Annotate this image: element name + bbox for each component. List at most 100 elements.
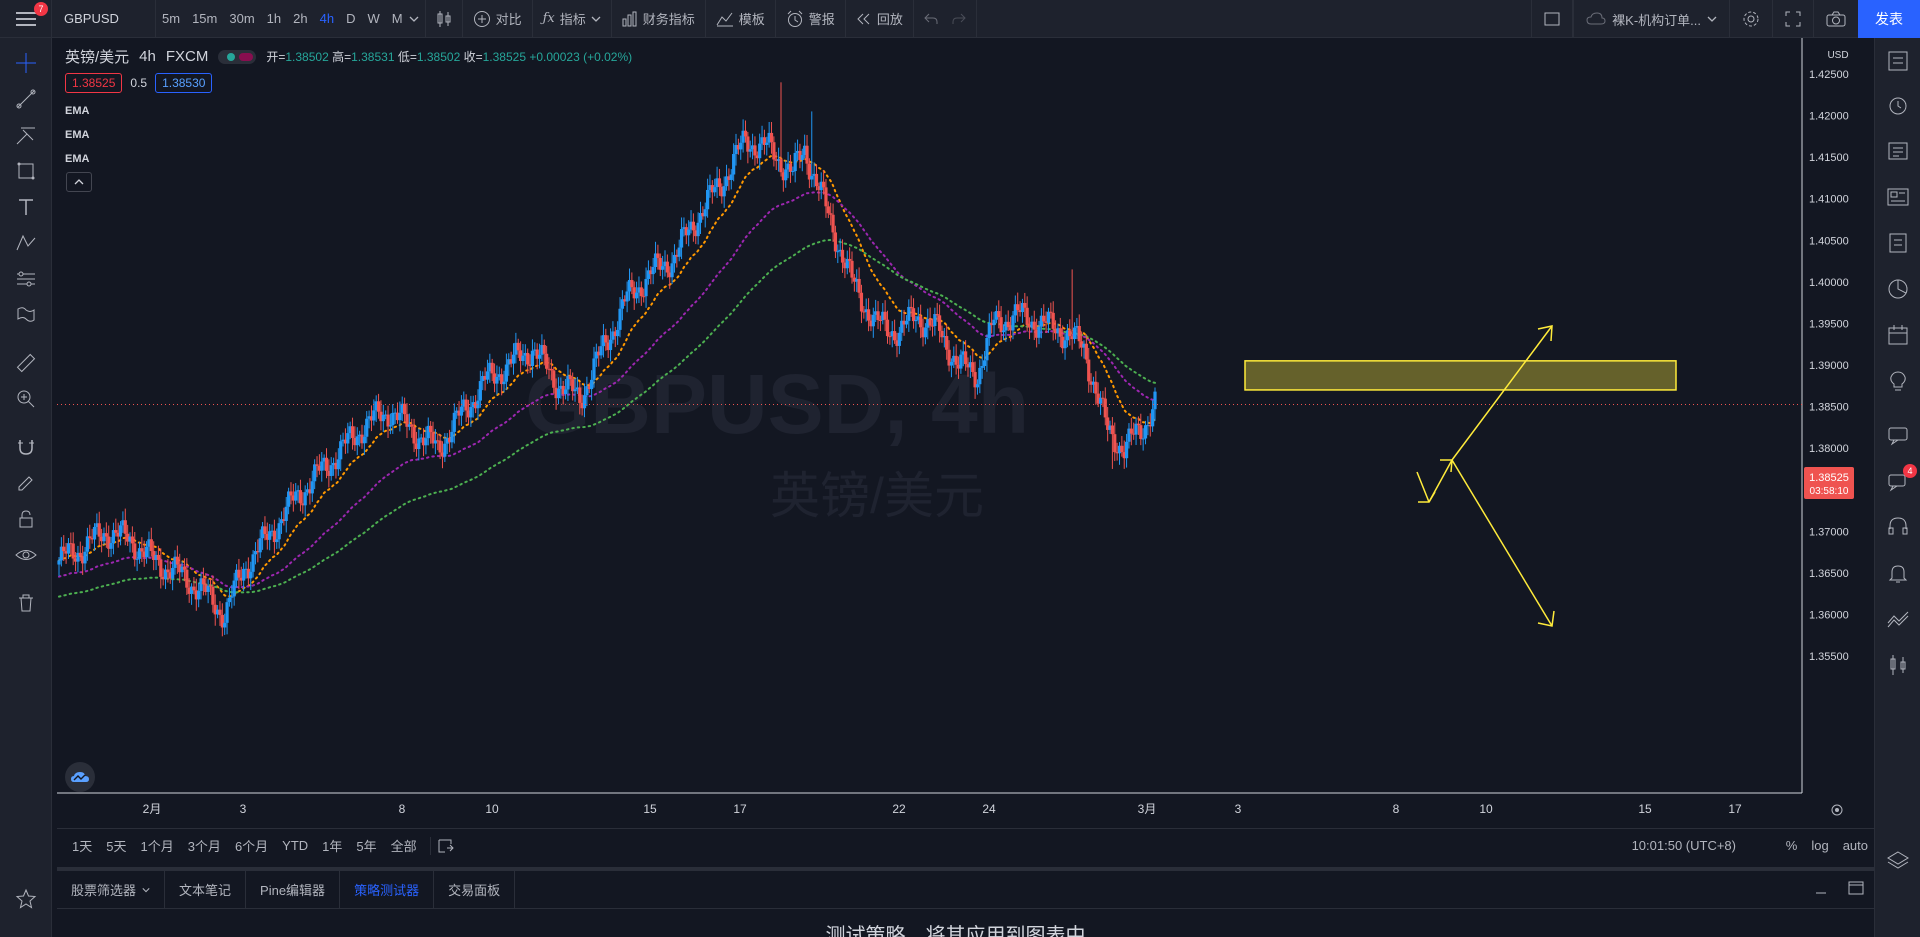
price-axis[interactable]: 1.42500 1.42000 1.41500 1.41000 1.40500 1.400… [1809,69,1849,663]
data-window-button[interactable] [1885,138,1911,164]
range-1y[interactable]: 1年 [315,836,349,855]
lightbulb-icon [1890,371,1906,391]
text-tool[interactable] [13,194,39,220]
icons-tool[interactable] [13,302,39,328]
magnet-tool[interactable] [13,434,39,460]
chart-type-button[interactable] [426,0,463,38]
help-button[interactable] [1885,514,1911,540]
layout-selector[interactable]: 裸K-机构订单... [1573,0,1729,38]
auto-scale-toggle[interactable]: auto [1843,838,1868,853]
interval-4h[interactable]: 4h [314,11,340,26]
minimize-icon[interactable] [1814,881,1828,895]
alert-button[interactable]: 警报 [776,0,846,38]
notifications-button[interactable] [1885,560,1911,586]
buy-price-button[interactable]: 1.38530 [155,73,213,93]
undo-icon[interactable] [924,13,938,25]
range-5y[interactable]: 5年 [349,836,383,855]
fullscreen-toggle[interactable] [1531,0,1574,38]
hotlists-button[interactable] [1885,230,1911,256]
zoom-tool[interactable] [13,386,39,412]
market-status-toggle[interactable] [218,49,257,64]
tab-text-notes[interactable]: 文本笔记 [165,871,247,908]
percent-scale-toggle[interactable]: % [1786,838,1798,853]
interval-m[interactable]: M [386,11,409,26]
snapshot-button[interactable] [1813,0,1858,38]
candle-body [495,376,499,384]
ema-legend-3[interactable]: EMA [65,153,89,165]
tradingview-logo[interactable] [65,762,95,792]
candle-body [450,431,454,443]
prediction-tool[interactable] [13,266,39,292]
chevron-down-icon[interactable] [409,14,419,24]
candle-body [826,206,830,214]
legend-symbol-title[interactable]: 英镑/美元 [65,46,129,67]
patterns-tool[interactable] [13,230,39,256]
shapes-tool[interactable] [13,158,39,184]
remove-drawings-tool[interactable] [13,590,39,616]
streams-button[interactable] [1885,422,1911,448]
calendar-button[interactable] [1885,322,1911,348]
layers-button[interactable] [1885,848,1911,874]
sell-price-button[interactable]: 1.38525 [65,73,123,93]
news-button[interactable] [1885,184,1911,210]
range-6m[interactable]: 6个月 [228,836,275,855]
chats-button[interactable]: 4 [1885,464,1917,494]
templates-button[interactable]: 模板 [706,0,776,38]
redo-icon[interactable] [952,13,966,25]
range-5d[interactable]: 5天 [99,836,133,855]
range-3m[interactable]: 3个月 [181,836,228,855]
interval-30m[interactable]: 30m [223,11,260,26]
pine-button[interactable] [1885,652,1911,678]
main-menu-button[interactable]: 7 [0,0,52,38]
chart-pane[interactable]: GBPUSD, 4h 英镑/美元 1.42500 1.42000 1.41500 1.… [57,38,1874,824]
ideas-button[interactable] [1885,368,1911,394]
ema-legend-1[interactable]: EMA [65,105,89,117]
watchlist-button[interactable] [1885,48,1911,74]
price-tick-label: 1.41500 [1809,152,1849,164]
crosshair-tool[interactable] [13,50,39,76]
alerts-button[interactable] [1885,92,1911,118]
signals-button[interactable] [1885,606,1911,632]
replay-button[interactable]: 回放 [846,0,914,38]
watchlist-star-tool[interactable] [13,886,39,912]
tab-stock-screener[interactable]: 股票筛选器 [57,871,166,908]
publish-button[interactable]: 发表 [1858,0,1920,38]
lock-drawings-tool[interactable] [13,506,39,532]
time-tick-label: 22 [892,802,906,816]
ema-legend-2[interactable]: EMA [65,129,89,141]
range-1m[interactable]: 1个月 [133,836,180,855]
range-ytd[interactable]: YTD [275,838,315,853]
expand-button[interactable] [1772,0,1813,38]
tab-trading-panel[interactable]: 交易面板 [434,871,516,908]
interval-2h[interactable]: 2h [287,11,313,26]
interval-5m[interactable]: 5m [156,11,186,26]
maximize-icon[interactable] [1848,881,1864,895]
tab-strategy-tester[interactable]: 策略测试器 [340,871,435,908]
legend-collapse-button[interactable] [66,172,92,192]
log-scale-toggle[interactable]: log [1811,838,1828,853]
calendar-pie-button[interactable] [1885,276,1911,302]
price-tick-label: 1.36000 [1809,609,1849,621]
financials-button[interactable]: 财务指标 [612,0,706,38]
goto-date-icon[interactable] [437,838,455,854]
compare-button[interactable]: 对比 [463,0,533,38]
symbol-search-button[interactable]: GBPUSD [52,0,156,38]
clock-timezone[interactable]: 10:01:50 (UTC+8) [1632,838,1736,853]
trendline-tool[interactable] [13,86,39,112]
range-all[interactable]: 全部 [384,836,424,855]
supply-zone-rectangle[interactable] [1244,360,1677,391]
interval-d[interactable]: D [340,11,361,26]
measure-tool[interactable] [13,350,39,376]
price-chart[interactable]: GBPUSD, 4h 英镑/美元 1.425001.420001.415001.… [57,38,1874,824]
sliders-icon [17,271,35,287]
pitchfork-tool[interactable] [13,122,39,148]
interval-w[interactable]: W [361,11,385,26]
hide-drawings-tool[interactable] [13,542,39,568]
tab-pine-editor[interactable]: Pine编辑器 [246,871,341,908]
interval-15m[interactable]: 15m [186,11,223,26]
interval-1h[interactable]: 1h [261,11,287,26]
indicators-button[interactable]: ƒx 指标 [533,0,612,38]
range-1d[interactable]: 1天 [65,836,99,855]
stay-drawing-tool[interactable] [13,470,39,496]
settings-button[interactable] [1729,0,1772,38]
